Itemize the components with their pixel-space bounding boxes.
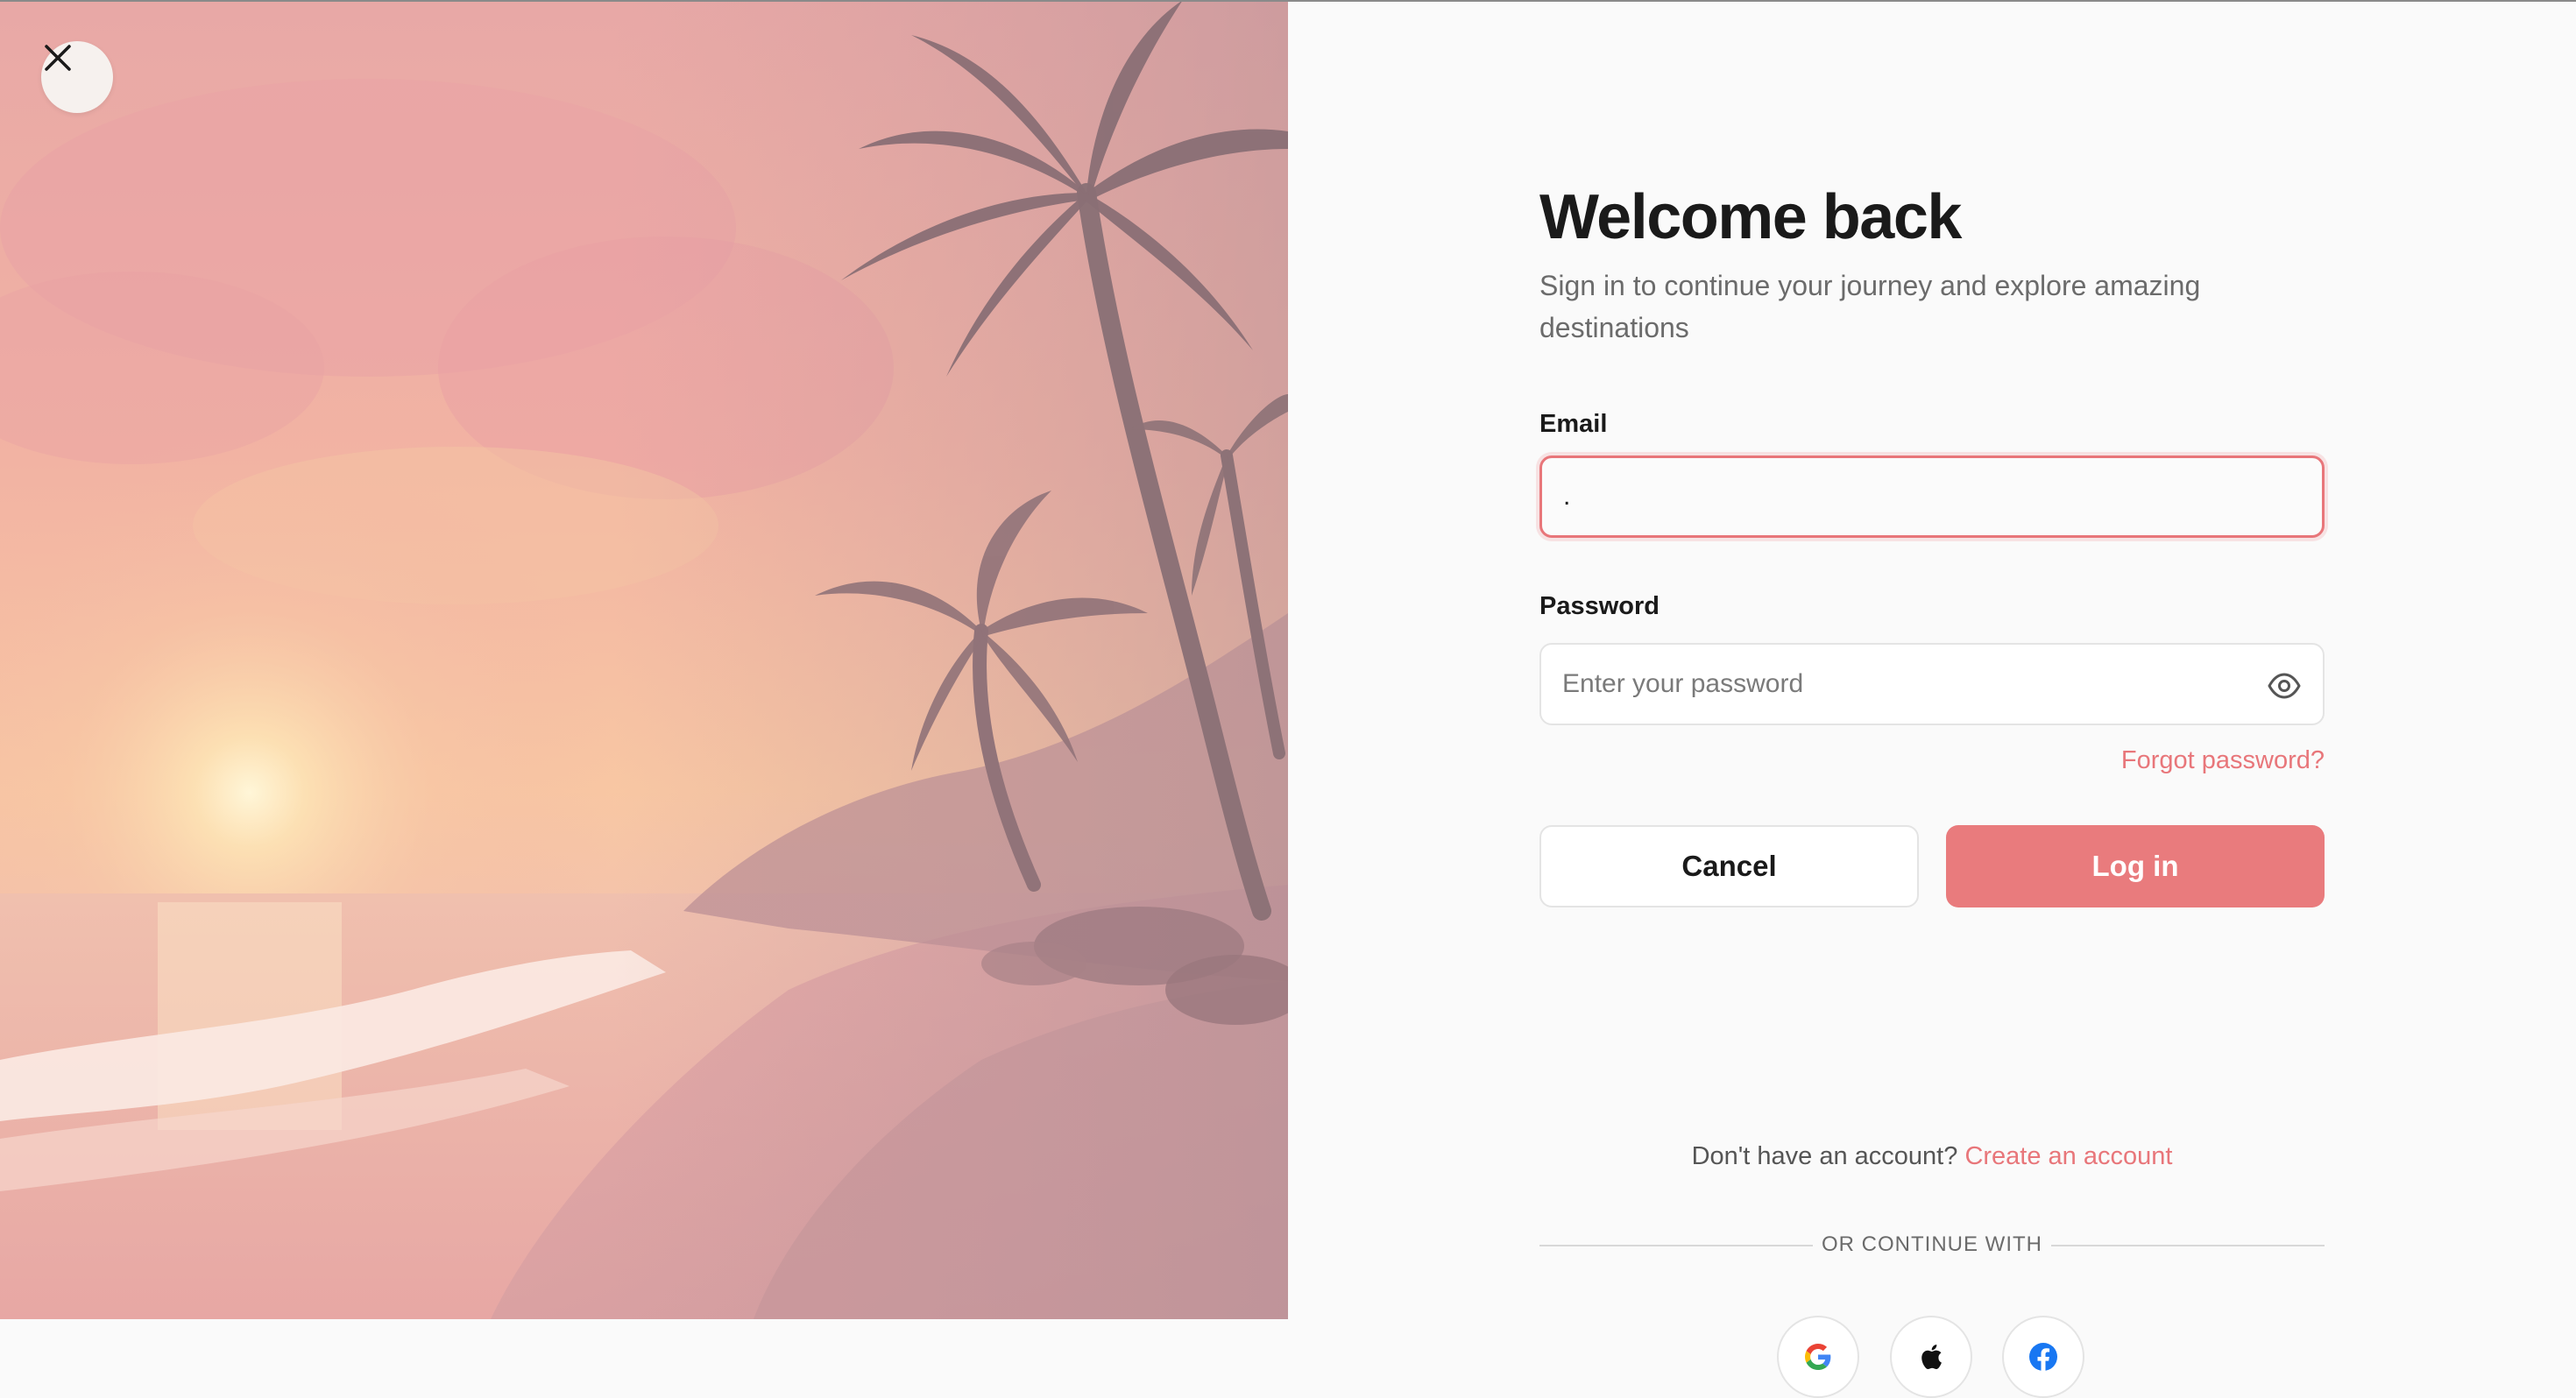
no-account-text: Don't have an account? — [1691, 1142, 1958, 1170]
login-panel: Welcome back Sign in to continue your jo… — [1288, 0, 2576, 1398]
login-form: Welcome back Sign in to continue your jo… — [1539, 175, 2325, 1398]
email-input[interactable] — [1542, 458, 2250, 535]
close-button[interactable] — [41, 41, 113, 113]
google-login-button[interactable] — [1777, 1316, 1859, 1398]
create-account-link[interactable]: Create an account — [1964, 1142, 2172, 1170]
password-label: Password — [1539, 592, 1660, 620]
email-field[interactable] — [1539, 455, 2325, 538]
facebook-icon — [2029, 1343, 2057, 1371]
page-subtitle: Sign in to continue your journey and exp… — [1539, 270, 2201, 343]
page-title: Welcome back — [1539, 182, 1962, 252]
divider-line-right — [2051, 1245, 2325, 1246]
hero-image — [0, 0, 1288, 1319]
apple-icon — [1921, 1345, 1942, 1370]
top-border — [0, 0, 2576, 2]
password-field[interactable] — [1539, 643, 2325, 725]
login-button[interactable]: Log in — [1946, 825, 2325, 907]
google-icon — [1805, 1344, 1831, 1370]
facebook-login-button[interactable] — [2002, 1316, 2084, 1398]
close-icon — [45, 45, 71, 71]
email-label: Email — [1539, 410, 1608, 438]
social-divider: OR CONTINUE WITH — [1539, 1230, 2325, 1260]
cancel-button[interactable]: Cancel — [1539, 825, 1919, 907]
beach-sunset-illustration — [0, 0, 1288, 1319]
signup-prompt: Don't have an account? Create an account — [1539, 1142, 2325, 1171]
forgot-password-link[interactable]: Forgot password? — [2121, 746, 2325, 775]
apple-login-button[interactable] — [1890, 1316, 1972, 1398]
show-password-icon[interactable] — [2267, 668, 2302, 703]
password-input[interactable] — [1541, 645, 2249, 724]
